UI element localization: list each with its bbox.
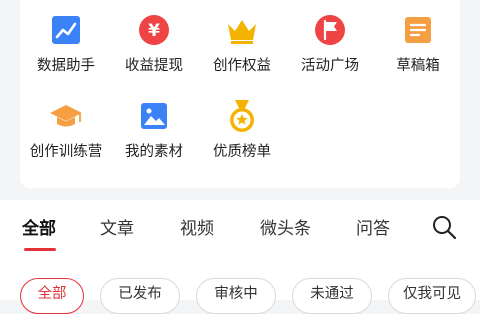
chart-trend-icon (52, 16, 80, 44)
tool-earnings-withdraw[interactable]: ¥ 收益提现 (110, 10, 198, 75)
tool-activity-square[interactable]: 活动广场 (286, 10, 374, 75)
filter-private[interactable]: 仅我可见 (388, 278, 476, 314)
image-icon (141, 103, 167, 129)
crown-icon (228, 20, 256, 44)
flag-icon (315, 15, 345, 45)
filter-rejected[interactable]: 未通过 (292, 278, 372, 314)
tool-creator-rights[interactable]: 创作权益 (198, 10, 286, 75)
content-tabs-area: 全部 文章 视频 微头条 问答 全部 已发布 审核中 未通过 仅我可见 (0, 200, 480, 314)
filter-published[interactable]: 已发布 (100, 278, 180, 314)
tab-micro-posts[interactable]: 微头条 (260, 214, 311, 239)
tool-label: 草稿箱 (396, 58, 440, 74)
medal-icon (230, 100, 254, 132)
filter-all[interactable]: 全部 (20, 278, 84, 314)
tool-label: 数据助手 (37, 58, 95, 74)
svg-text:¥: ¥ (148, 21, 160, 41)
graduation-cap-icon (50, 105, 82, 127)
active-tab-indicator (24, 248, 56, 251)
tool-drafts[interactable]: 草稿箱 (374, 10, 462, 75)
tool-label: 收益提现 (125, 58, 183, 74)
search-icon[interactable] (431, 214, 457, 240)
yen-coin-icon: ¥ (139, 15, 169, 45)
draft-box-icon (405, 17, 431, 43)
tab-all[interactable]: 全部 (22, 214, 56, 239)
tool-quality-rankings[interactable]: 优质榜单 (198, 96, 286, 161)
tool-data-assistant[interactable]: 数据助手 (22, 10, 110, 75)
tool-label: 创作权益 (213, 58, 271, 74)
tool-my-materials[interactable]: 我的素材 (110, 96, 198, 161)
creator-tools-card: 数据助手 ¥ 收益提现 创作权益 活动广场 草稿箱 创作训练营 我的素材 优质榜… (20, 0, 460, 188)
tool-label: 优质榜单 (213, 144, 271, 160)
tool-creator-bootcamp[interactable]: 创作训练营 (22, 96, 110, 161)
tool-label: 创作训练营 (29, 144, 103, 160)
tab-articles[interactable]: 文章 (100, 214, 134, 239)
filter-under-review[interactable]: 审核中 (196, 278, 276, 314)
tab-qa[interactable]: 问答 (356, 214, 390, 239)
tool-label: 我的素材 (125, 144, 183, 160)
tab-videos[interactable]: 视频 (180, 214, 214, 239)
tool-label: 活动广场 (301, 58, 359, 74)
